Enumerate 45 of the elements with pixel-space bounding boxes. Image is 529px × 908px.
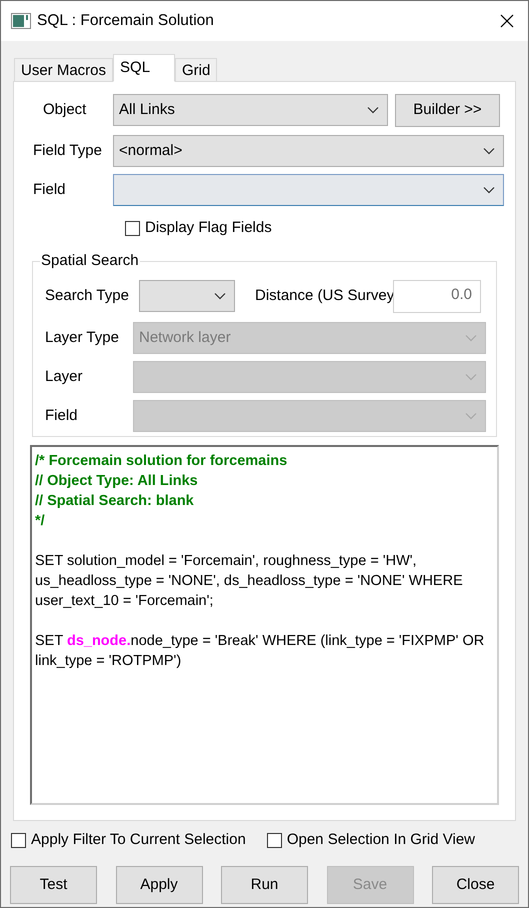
field-label: Distance (US Survey xyxy=(255,286,391,306)
checkbox[interactable]: Open Selection In Grid View xyxy=(266,828,475,852)
field-label: Layer xyxy=(44,366,84,387)
tab[interactable]: SQL xyxy=(113,54,176,82)
field-label: Object xyxy=(42,100,88,120)
field-label: Field xyxy=(32,180,67,200)
tab[interactable]: Grid xyxy=(175,58,218,81)
dropdown[interactable] xyxy=(113,174,504,206)
chevron-down-icon xyxy=(483,186,495,194)
code-line: user_text_10 = 'Forcemain'; xyxy=(35,592,214,611)
code-line: // Object Type: All Links xyxy=(35,472,199,491)
sql-editor[interactable] xyxy=(30,445,499,805)
dialog-button[interactable]: Close xyxy=(432,866,519,904)
code-line: us_headloss_type = 'NONE', ds_headloss_type = 'NONE' WHERE xyxy=(35,572,464,591)
tab[interactable]: User Macros xyxy=(14,58,114,81)
builder-button[interactable]: Builder >> xyxy=(395,94,500,126)
field-label: Layer Type xyxy=(44,328,120,348)
chevron-down-icon xyxy=(465,334,477,342)
dialog-button[interactable]: Run xyxy=(221,866,308,904)
dialog-button[interactable]: Apply xyxy=(116,866,202,904)
checkbox[interactable]: Display Flag Fields xyxy=(125,216,272,240)
group-title: Spatial Search xyxy=(40,252,140,270)
chevron-down-icon xyxy=(367,106,379,114)
chevron-down-icon xyxy=(465,373,477,381)
chevron-down-icon xyxy=(465,412,477,420)
dropdown[interactable]: All Links xyxy=(113,94,388,126)
field-label: Field Type xyxy=(32,140,103,161)
code-line: link_type = 'ROTPMP') xyxy=(35,652,182,671)
distance-field[interactable]: 0.0 xyxy=(393,280,481,312)
close-icon[interactable] xyxy=(500,14,514,28)
dialog-button[interactable]: Test xyxy=(10,866,97,904)
chevron-down-icon xyxy=(483,147,495,155)
dropdown[interactable]: <normal> xyxy=(113,135,504,167)
code-line: SET ds_node.node_type = 'Break' WHERE (link_type = 'FIXPMP' OR xyxy=(35,632,486,651)
window-title: SQL : Forcemain Solution xyxy=(37,11,214,32)
chevron-down-icon xyxy=(214,292,226,300)
code-line: */ xyxy=(35,512,46,531)
code-line: /* Forcemain solution for forcemains xyxy=(35,452,288,471)
code-line: SET solution_model = 'Forcemain', roughness_type = 'HW', xyxy=(35,552,418,571)
checkbox[interactable]: Apply Filter To Current Selection xyxy=(11,828,246,852)
field-label: Field xyxy=(44,406,79,426)
dropdown: Network layer xyxy=(133,322,486,354)
code-line: // Spatial Search: blank xyxy=(35,492,195,511)
field-label: Search Type xyxy=(44,286,130,306)
window-icon xyxy=(11,13,31,29)
